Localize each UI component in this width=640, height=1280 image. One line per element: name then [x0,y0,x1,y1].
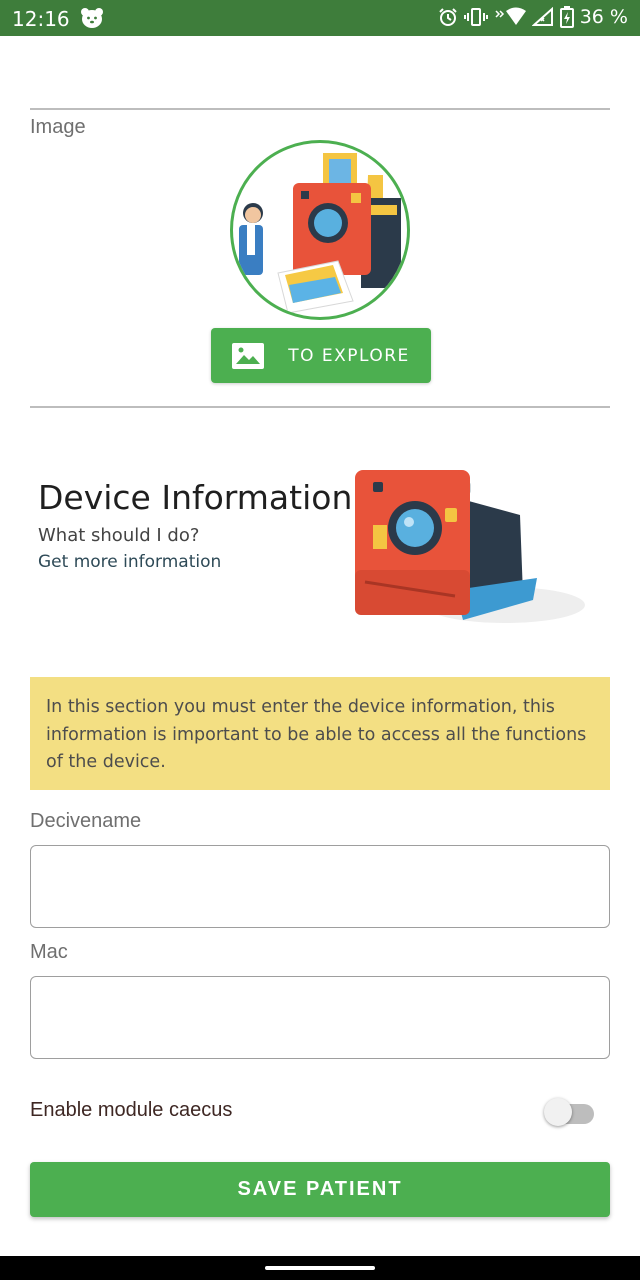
status-time: 12:16 [12,7,70,31]
status-bar: 12:16 36 % [0,0,640,36]
device-info-notice: In this section you must enter the devic… [30,677,610,790]
navigation-bar [0,1256,640,1280]
enable-module-label: Enable module caecus [30,1099,233,1121]
home-gesture-handle[interactable] [265,1266,375,1270]
image-icon [232,342,265,369]
camera-illustration [355,470,585,623]
enable-module-toggle[interactable] [544,1096,596,1126]
camera-illustration-small [239,153,401,314]
more-info-link[interactable]: Get more information [38,552,221,572]
divider-bottom [30,406,610,408]
wifi-icon [495,7,526,25]
battery-icon [559,6,574,28]
mac-label: Mac [30,941,68,963]
image-label: Image [30,116,86,138]
divider-top [30,108,610,110]
save-patient-label: SAVE PATIENT [237,1178,403,1200]
device-name-field[interactable] [30,845,610,928]
explore-button[interactable]: TO EXPLORE [211,328,431,383]
alarm-icon [439,8,457,26]
image-preview [230,140,410,320]
save-patient-button[interactable]: SAVE PATIENT [30,1162,610,1217]
mac-field[interactable] [30,976,610,1059]
device-info-title: Device Information [38,478,353,517]
toggle-thumb [544,1098,572,1126]
device-name-label: Decivename [30,810,142,832]
battery-percent: 36 % [579,6,628,28]
vibrate-icon [463,8,488,26]
status-icons: 36 % [438,6,628,28]
signal-icon [531,7,553,26]
device-info-subtitle: What should I do? [38,525,200,546]
bear-app-icon [81,8,103,28]
explore-button-label: TO EXPLORE [288,345,410,366]
